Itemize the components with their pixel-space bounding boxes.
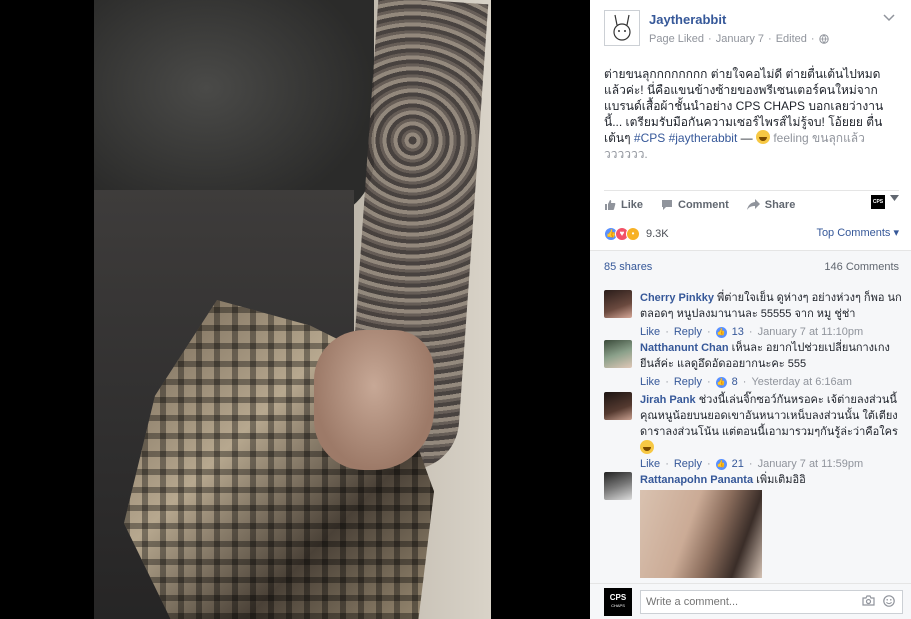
commenter-name[interactable]: Rattanapohn Pananta	[640, 474, 753, 486]
avatar[interactable]	[604, 392, 632, 420]
comment-footer: Like · Reply · 👍 8 · Yesterday at 6:16am	[640, 376, 852, 388]
footer-separator: ·	[665, 326, 669, 338]
avatar[interactable]	[604, 290, 632, 318]
comment-item: Rattanapohn Pananta เพิ่มเติมอิอิ	[604, 472, 903, 582]
feeling-dash: —	[740, 131, 753, 145]
like-button[interactable]: Like	[604, 199, 643, 211]
meta-separator: ·	[708, 33, 712, 45]
commenter-name[interactable]: Cherry Pinkky	[640, 292, 714, 304]
page-liked-label: Page Liked	[649, 33, 705, 45]
photo-shirt	[94, 0, 374, 220]
reaction-count[interactable]: 9.3K	[646, 228, 669, 240]
comment-reply-button[interactable]: Reply	[674, 326, 702, 338]
page-name-link[interactable]: Jaytherabbit	[649, 12, 726, 27]
share-label: Share	[764, 198, 796, 211]
comment-like-button[interactable]: Like	[640, 458, 660, 470]
footer-separator: ·	[665, 458, 669, 470]
comment-body: Jirah Pank ช่วงนี้เล่นจิ๊กซอว์กันหรอคะ เ…	[640, 392, 903, 457]
comment-icon	[662, 199, 673, 210]
avatar[interactable]	[604, 472, 632, 500]
post-photo[interactable]	[94, 0, 491, 619]
comment-like-count[interactable]: 21	[732, 458, 744, 470]
shares-row: 85 shares 146 Comments	[590, 250, 911, 282]
commenter-name[interactable]: Natthanunt Chan	[640, 342, 729, 354]
comment-like-button[interactable]: Like	[640, 376, 660, 388]
comment-item: Jirah Pank ช่วงนี้เล่นจิ๊กซอว์กันหรอคะ เ…	[604, 392, 903, 470]
hashtag-cps[interactable]: #CPS	[634, 131, 665, 145]
comment-time[interactable]: Yesterday at 6:16am	[751, 376, 852, 388]
top-comments-label: Top Comments	[816, 227, 891, 239]
edited-label[interactable]: Edited	[776, 33, 807, 45]
reactions-row: 👍 ♥ • 9.3K Top Comments ▾	[604, 226, 899, 242]
comment-count[interactable]: 146 Comments	[824, 261, 899, 273]
comment-footer: Like · Reply · 👍 21 · January 7 at 11:59…	[640, 458, 863, 470]
post-actions: Like Comment Share CPS	[604, 190, 899, 214]
comment-like-count[interactable]: 8	[732, 376, 738, 388]
smiley-icon[interactable]	[883, 595, 895, 607]
meta-separator: ·	[768, 33, 772, 45]
composer-avatar-sub: CHAPS	[611, 603, 625, 608]
footer-separator: ·	[748, 326, 753, 338]
post-panel: Jaytherabbit Page Liked · January 7 · Ed…	[590, 0, 911, 619]
comment-label: Comment	[678, 198, 729, 211]
post-meta: Page Liked · January 7 · Edited ·	[649, 33, 829, 45]
comment-like-button[interactable]: Like	[640, 326, 660, 338]
composer-avatar-label: CPS	[609, 593, 627, 602]
thumbs-up-icon	[605, 199, 616, 210]
comment-item: Natthanunt Chan เห็นละ อยากไปช่วยเปลี่ยน…	[604, 340, 903, 388]
commenter-name[interactable]: Jirah Pank	[640, 394, 696, 406]
composer-avatar[interactable]: CPS CHAPS	[604, 588, 632, 616]
footer-separator: ·	[706, 458, 711, 470]
footer-separator: ·	[706, 326, 711, 338]
comment-reply-button[interactable]: Reply	[674, 376, 702, 388]
shares-link[interactable]: 85 shares	[604, 261, 652, 273]
post-header: Jaytherabbit Page Liked · January 7 · Ed…	[604, 10, 901, 50]
comment-reply-button[interactable]: Reply	[674, 458, 702, 470]
caret-down-icon[interactable]	[890, 195, 899, 201]
share-button[interactable]: Share	[746, 198, 796, 211]
rabbit-logo-icon	[613, 14, 631, 41]
comment-time[interactable]: January 7 at 11:59pm	[758, 458, 864, 470]
laughing-emoji-icon	[640, 440, 654, 454]
photo-hand	[314, 330, 434, 470]
comment-button[interactable]: Comment	[661, 199, 729, 211]
top-comments-dropdown[interactable]: Top Comments ▾	[816, 226, 899, 239]
comment-body: Rattanapohn Pananta เพิ่มเติมอิอิ	[640, 472, 903, 488]
share-icon	[746, 199, 760, 210]
footer-separator: ·	[748, 458, 753, 470]
comment-like-count[interactable]: 13	[732, 326, 744, 338]
wow-reaction-icon[interactable]: •	[626, 227, 640, 241]
footer-separator: ·	[665, 376, 669, 388]
chevron-down-icon[interactable]	[883, 14, 895, 22]
post-date[interactable]: January 7	[716, 33, 764, 45]
acting-as-avatar[interactable]: CPS	[871, 195, 885, 209]
comments-list: Cherry Pinkky พี่ต่ายใจเย็น ดูห่างๆ อย่า…	[590, 282, 911, 583]
comment-text: เพิ่มเติมอิอิ	[756, 474, 806, 486]
footer-separator: ·	[706, 376, 711, 388]
photo-viewer[interactable]	[0, 0, 590, 619]
comment-body: Cherry Pinkky พี่ต่ายใจเย็น ดูห่างๆ อย่า…	[640, 290, 903, 322]
comment-item: Cherry Pinkky พี่ต่ายใจเย็น ดูห่างๆ อย่า…	[604, 290, 903, 338]
comment-time[interactable]: January 7 at 11:10pm	[758, 326, 864, 338]
comment-like-badge-icon: 👍	[715, 458, 727, 470]
comment-footer: Like · Reply · 👍 13 · January 7 at 11:10…	[640, 326, 863, 338]
comment-composer: CPS CHAPS	[590, 583, 911, 619]
footer-separator: ·	[742, 376, 747, 388]
composer-icons	[862, 595, 895, 607]
meta-separator: ·	[810, 33, 815, 45]
comment-like-badge-icon: 👍	[715, 326, 727, 338]
post-text: ต่ายขนลุกกกกกกกก ต่ายใจคอไม่ดี ต่ายตื่นเ…	[604, 66, 900, 162]
comment-photo[interactable]	[640, 490, 762, 578]
like-label: Like	[621, 198, 644, 211]
hashtag-jaytherabbit[interactable]: #jaytherabbit	[669, 131, 738, 145]
page-avatar[interactable]	[604, 10, 640, 46]
globe-icon	[818, 34, 829, 44]
laughing-emoji-icon	[756, 130, 770, 144]
comment-body: Natthanunt Chan เห็นละ อยากไปช่วยเปลี่ยน…	[640, 340, 903, 372]
camera-icon[interactable]	[862, 595, 875, 606]
comment-like-badge-icon: 👍	[715, 376, 727, 388]
avatar[interactable]	[604, 340, 632, 368]
